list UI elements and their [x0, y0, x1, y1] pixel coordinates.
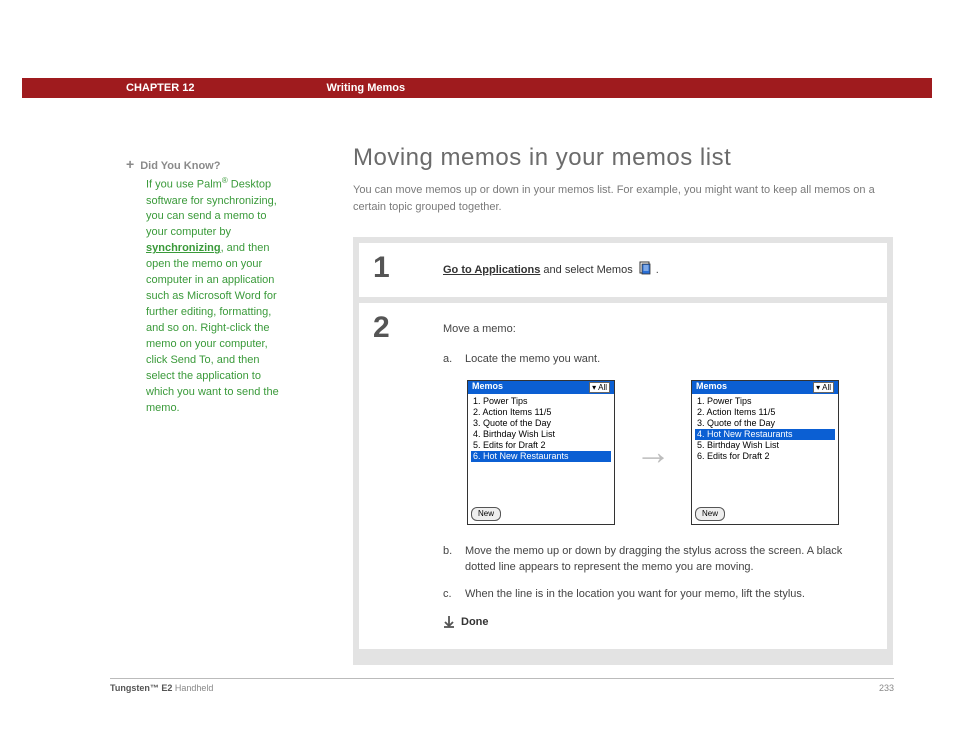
tip-text: If you use Palm® Desktop software for sy…: [146, 175, 286, 417]
dropdown-arrow-icon: ▾: [592, 383, 596, 392]
step-2: 2 Move a memo: a. Locate the memo you wa…: [359, 303, 887, 649]
list-item[interactable]: 4. Hot New Restaurants: [695, 429, 835, 440]
substep-b: b. Move the memo up or down by dragging …: [443, 543, 867, 576]
palm-screen-before: Memos ▾All 1. Power Tips2. Action Items …: [467, 380, 615, 525]
sidebar-tip: + Did You Know? If you use Palm® Desktop…: [126, 154, 286, 417]
palm-title-right: Memos: [696, 380, 727, 394]
substep-b-text: Move the memo up or down by dragging the…: [465, 543, 867, 576]
step-2-body: Move a memo: a. Locate the memo you want…: [431, 303, 887, 649]
list-item[interactable]: 4. Birthday Wish List: [471, 429, 611, 440]
step-1-number: 1: [359, 243, 431, 297]
list-item[interactable]: 3. Quote of the Day: [471, 418, 611, 429]
step-2-number: 2: [359, 303, 431, 649]
intro-text: You can move memos up or down in your me…: [353, 182, 893, 215]
list-item[interactable]: 6. Hot New Restaurants: [471, 451, 611, 462]
palm-title-left: Memos: [472, 380, 503, 394]
list-item[interactable]: 2. Action Items 11/5: [471, 407, 611, 418]
list-item[interactable]: 5. Birthday Wish List: [695, 440, 835, 451]
step-2-lead: Move a memo:: [443, 321, 867, 338]
header-bar: CHAPTER 12 Writing Memos: [22, 78, 932, 98]
step-1: 1 Go to Applications and select Memos .: [359, 243, 887, 297]
page-footer: Tungsten™ E2 Handheld 233: [110, 678, 894, 693]
arrow-right-icon: →: [635, 434, 671, 470]
product-bold: Tungsten™ E2: [110, 683, 172, 693]
plus-icon: +: [126, 154, 134, 174]
list-item[interactable]: 2. Action Items 11/5: [695, 407, 835, 418]
palm-screen-after: Memos ▾All 1. Power Tips2. Action Items …: [691, 380, 839, 525]
substep-c: c. When the line is in the location you …: [443, 586, 867, 603]
main-content: Moving memos in your memos list You can …: [353, 144, 893, 665]
chapter-label: CHAPTER 12: [126, 82, 194, 94]
page-title: Moving memos in your memos list: [353, 144, 893, 172]
substep-a-letter: a.: [443, 351, 455, 368]
product-rest: Handheld: [172, 683, 213, 693]
did-you-know-label: Did You Know?: [140, 159, 220, 175]
substep-a: a. Locate the memo you want.: [443, 351, 867, 368]
steps-container: 1 Go to Applications and select Memos . …: [353, 237, 893, 665]
list-item[interactable]: 5. Edits for Draft 2: [471, 440, 611, 451]
synchronizing-link[interactable]: synchronizing: [146, 242, 221, 254]
substep-c-letter: c.: [443, 586, 455, 603]
new-button-right[interactable]: New: [695, 507, 725, 521]
screenshot-row: Memos ▾All 1. Power Tips2. Action Items …: [467, 380, 867, 525]
list-item[interactable]: 3. Quote of the Day: [695, 418, 835, 429]
palm-list-left: 1. Power Tips2. Action Items 11/53. Quot…: [468, 394, 614, 504]
dropdown-arrow-icon: ▾: [816, 383, 820, 392]
palm-category-right[interactable]: ▾All: [813, 382, 834, 393]
go-to-applications-link[interactable]: Go to Applications: [443, 264, 540, 276]
list-item[interactable]: 1. Power Tips: [471, 396, 611, 407]
palm-category-left[interactable]: ▾All: [589, 382, 610, 393]
substep-c-text: When the line is in the location you wan…: [465, 586, 805, 603]
palm-cat-label-left: All: [598, 383, 607, 392]
tip-part3: , and then open the memo on your compute…: [146, 242, 279, 413]
step-1-body: Go to Applications and select Memos .: [431, 243, 887, 297]
product-name: Tungsten™ E2 Handheld: [110, 683, 213, 693]
substep-a-text: Locate the memo you want.: [465, 351, 600, 368]
step-1-text: and select Memos: [540, 264, 635, 276]
section-label: Writing Memos: [326, 82, 405, 94]
new-button-left[interactable]: New: [471, 507, 501, 521]
list-item[interactable]: 1. Power Tips: [695, 396, 835, 407]
palm-list-right: 1. Power Tips2. Action Items 11/53. Quot…: [692, 394, 838, 504]
list-item[interactable]: 6. Edits for Draft 2: [695, 451, 835, 462]
tip-part1: If you use Palm: [146, 179, 222, 191]
done-row: Done: [443, 614, 867, 631]
substep-b-letter: b.: [443, 543, 455, 576]
memos-app-icon: [638, 261, 654, 275]
palm-cat-label-right: All: [822, 383, 831, 392]
done-label: Done: [461, 614, 489, 631]
step-1-period: .: [656, 264, 659, 276]
page-number: 233: [879, 683, 894, 693]
done-arrow-icon: [443, 616, 455, 628]
